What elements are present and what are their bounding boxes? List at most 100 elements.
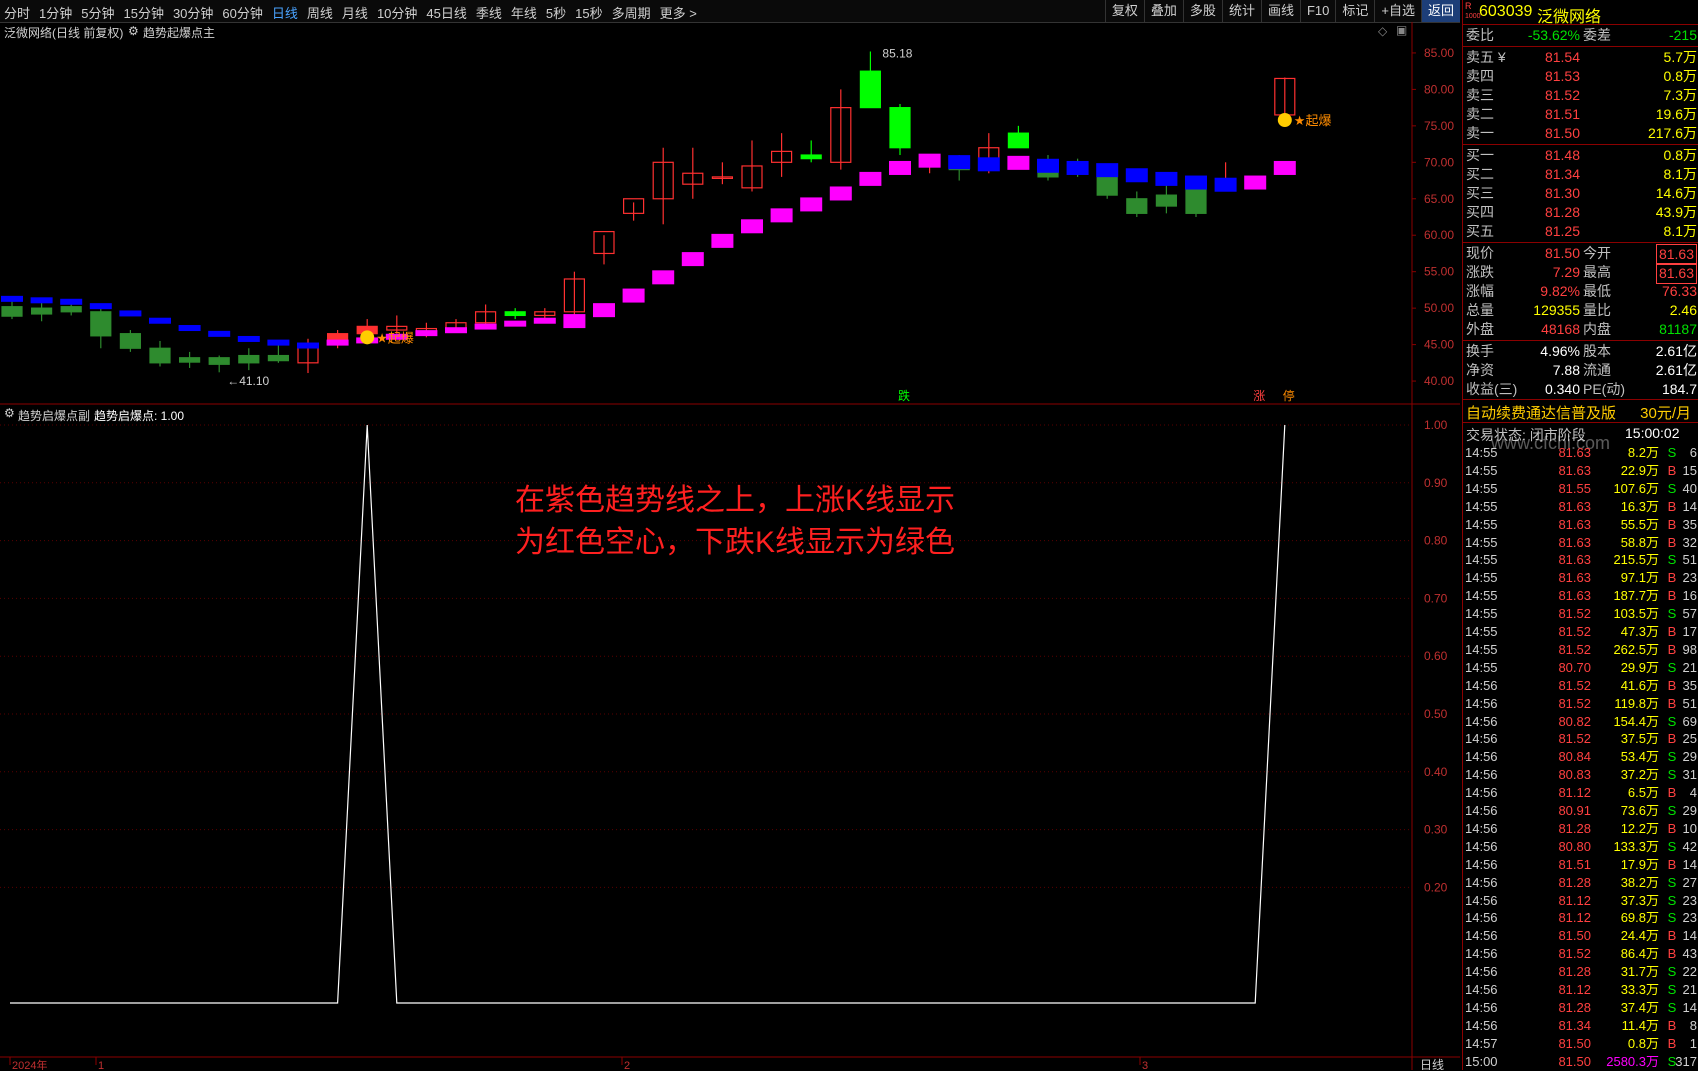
candle-body (1126, 198, 1148, 214)
period-tab-15[interactable]: 多周期 (612, 6, 651, 21)
y-tick-label: 45.00 (1424, 338, 1454, 352)
sub-indicator-gear-icon[interactable]: ⚙ (4, 406, 15, 420)
sell-row-1[interactable]: 卖四 81.53 0.8万 (1463, 67, 1698, 86)
buy-row-0[interactable]: 买一 81.48 0.8万 (1463, 146, 1698, 165)
tick-side: S (1667, 982, 1677, 997)
sub-y-tick-label: 0.20 (1424, 880, 1448, 894)
quote-row-2: 涨幅 9.82% 最低 76.33 (1463, 282, 1698, 301)
period-tab-4[interactable]: 30分钟 (173, 6, 213, 21)
tick-price: 81.55 (1558, 480, 1591, 496)
period-tab-7[interactable]: 周线 (307, 6, 333, 21)
sell-row-2[interactable]: 卖三 81.52 7.3万 (1463, 86, 1698, 105)
tick-count: 31 (1682, 767, 1697, 783)
candle-body (800, 154, 822, 160)
period-tab-8[interactable]: 月线 (342, 6, 368, 21)
sell-row-0[interactable]: 卖五 ¥ 81.54 5.7万 (1463, 48, 1698, 67)
tick-price: 81.28 (1558, 874, 1591, 890)
kline-plot[interactable]: 85.00 80.00 75.00 70.00 65.00 60.00 55.00 50.00… (0, 22, 1460, 405)
toolbar-right-buttons: 复权 叠加 多股 统计 画线 F10 标记 +自选 返回 (1104, 0, 1460, 22)
candle-body (60, 306, 82, 313)
tick-count: 27 (1682, 874, 1697, 890)
tick-price: 81.52 (1558, 946, 1591, 962)
period-tab-13[interactable]: 5秒 (546, 6, 566, 21)
fund-label2: 流通 (1583, 362, 1611, 378)
period-tab-9[interactable]: 10分钟 (377, 6, 417, 21)
toolbar-button-7[interactable]: +自选 (1374, 0, 1421, 22)
sub-y-tick-label: 0.70 (1424, 591, 1448, 605)
tick-row: 14:56 81.51 17.9万 B 14 (1463, 856, 1698, 874)
sell-price: 81.54 (1544, 49, 1580, 65)
tick-row: 14:56 81.12 37.3万 S 23 (1463, 892, 1698, 910)
tick-count: 42 (1682, 838, 1697, 854)
quote-row-1: 涨跌 7.29 最高 81.63 (1463, 263, 1698, 284)
tick-price: 81.52 (1558, 695, 1591, 711)
tick-time: 14:56 (1465, 785, 1498, 801)
trend-block (563, 314, 586, 329)
tick-time: 14:56 (1465, 928, 1498, 944)
quote-value2: 76.33 (1661, 283, 1697, 299)
tick-time: 14:55 (1465, 641, 1498, 657)
period-tab-16[interactable]: 更多 > (660, 6, 697, 21)
period-tab-11[interactable]: 季线 (476, 6, 502, 21)
tick-count: 15 (1682, 462, 1697, 478)
main-kline-chart[interactable]: 泛微网络(日线 前复权) ⚙ 趋势起爆点主 ◇ ▣ 85.00 80.00 75.0… (0, 22, 1460, 405)
tick-volume: 24.4万 (1620, 928, 1659, 944)
tick-time: 14:56 (1465, 999, 1498, 1015)
toolbar-button-2[interactable]: 多股 (1182, 0, 1222, 22)
trend-block (89, 303, 112, 310)
quote-value2: 2.46 (1669, 302, 1697, 318)
period-tab-3[interactable]: 15分钟 (123, 6, 163, 21)
period-tab-1[interactable]: 1分钟 (39, 6, 72, 21)
quote-value: 9.82% (1540, 283, 1580, 299)
buy-row-4[interactable]: 买五 81.25 8.1万 (1463, 222, 1698, 241)
toolbar-button-8[interactable]: 返回 (1420, 0, 1460, 22)
period-tab-12[interactable]: 年线 (511, 6, 537, 21)
tick-count: 14 (1682, 498, 1697, 514)
sub-y-tick-label: 1.00 (1424, 418, 1448, 432)
sell-row-4[interactable]: 卖一 81.50 217.6万 (1463, 124, 1698, 143)
tick-list[interactable]: 14:55 81.63 8.2万 S 6 14:55 81.63 22.9万 B 15 14:55 8… (1463, 444, 1698, 1070)
toolbar-button-3[interactable]: 统计 (1221, 0, 1261, 22)
tick-count: 57 (1682, 606, 1697, 622)
period-tab-6[interactable]: 日线 (272, 6, 298, 21)
period-tab-0[interactable]: 分时 (4, 6, 30, 21)
period-tab-5[interactable]: 60分钟 (222, 6, 262, 21)
tick-side: B (1667, 1035, 1677, 1051)
buy-row-2[interactable]: 买三 81.30 14.6万 (1463, 184, 1698, 203)
toolbar-button-4[interactable]: 画线 (1260, 0, 1300, 22)
promo-banner[interactable]: 自动续费通达信普及版 30元/月 (1463, 400, 1698, 422)
buy-row-1[interactable]: 买二 81.34 8.1万 (1463, 165, 1698, 184)
buy-price: 81.25 (1544, 223, 1580, 239)
tick-count: 16 (1682, 588, 1697, 604)
tick-row: 14:55 81.63 55.5万 B 35 (1463, 516, 1698, 534)
tick-volume: 31.7万 (1620, 964, 1659, 980)
stock-tag: R 1000 (1465, 1, 1481, 21)
trend-block (770, 208, 793, 223)
sub-chart-title: 趋势启爆点副 (18, 409, 91, 423)
tick-volume: 6.5万 (1627, 785, 1659, 801)
tick-volume: 33.3万 (1620, 982, 1659, 997)
tick-count: 40 (1682, 480, 1697, 496)
tick-time: 14:56 (1465, 946, 1498, 962)
y-tick-label: 55.00 (1424, 265, 1454, 279)
tick-side: B (1667, 785, 1677, 801)
toolbar-button-6[interactable]: 标记 (1335, 0, 1374, 22)
toolbar-button-0[interactable]: 复权 (1104, 0, 1144, 22)
period-tab-2[interactable]: 5分钟 (81, 6, 114, 21)
toolbar-button-1[interactable]: 叠加 (1143, 0, 1183, 22)
period-tab-10[interactable]: 45日线 (426, 6, 466, 21)
toolbar-button-5[interactable]: F10 (1299, 0, 1335, 22)
sell-row-3[interactable]: 卖二 81.51 19.6万 (1463, 105, 1698, 124)
period-tab-14[interactable]: 15秒 (575, 6, 602, 21)
tick-price: 81.34 (1558, 1017, 1591, 1033)
trend-block (622, 288, 645, 303)
tick-volume: 58.8万 (1620, 534, 1659, 550)
tick-row: 14:55 81.63 16.3万 B 14 (1463, 498, 1698, 516)
buy-row-3[interactable]: 买四 81.28 43.9万 (1463, 203, 1698, 222)
candle-body (119, 333, 142, 349)
tick-volume: 37.3万 (1620, 892, 1659, 908)
tick-time: 14:56 (1465, 749, 1498, 765)
tick-side: S (1667, 910, 1677, 926)
sub-y-tick-label: 0.90 (1424, 476, 1448, 490)
trend-block (1, 295, 23, 302)
